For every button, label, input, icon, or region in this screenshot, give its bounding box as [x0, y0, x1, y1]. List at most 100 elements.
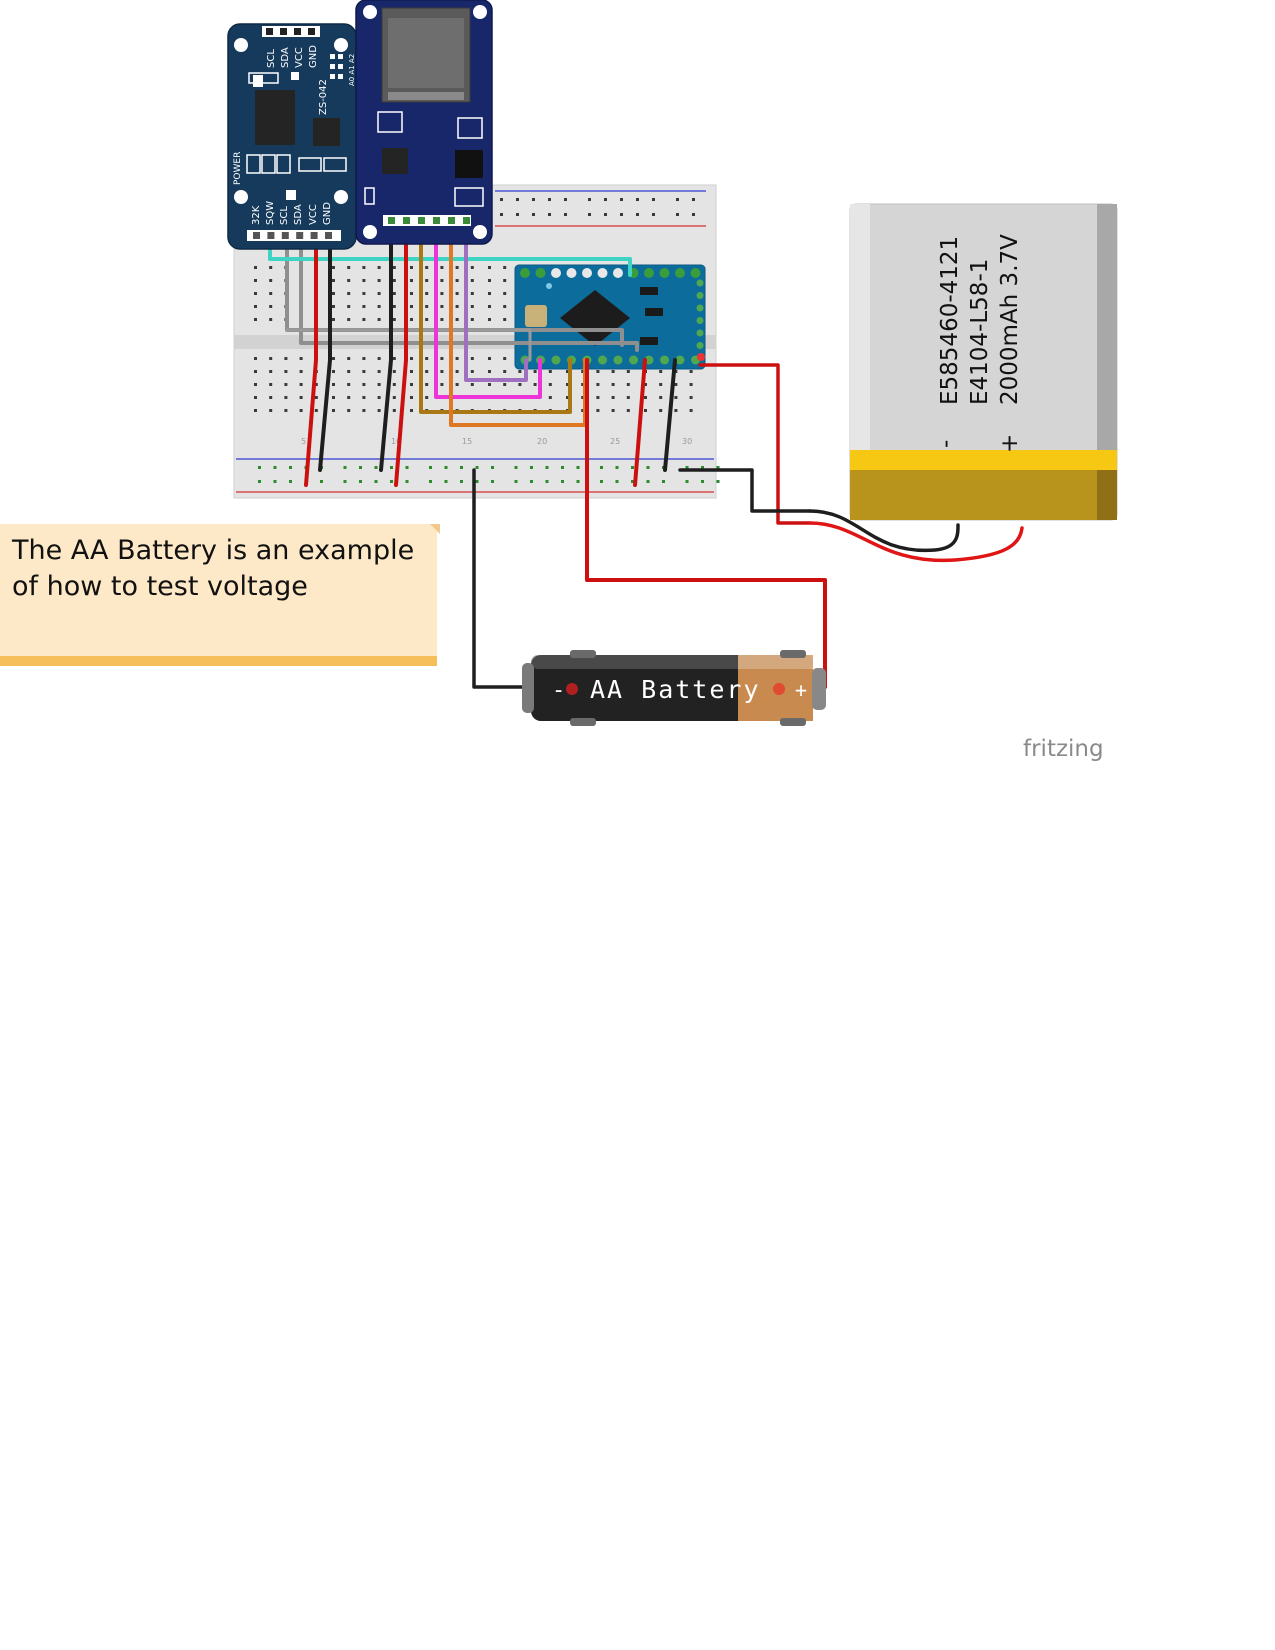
breadboard-hole: [503, 318, 507, 321]
rail-hole: [374, 466, 378, 469]
breadboard-hole: [284, 396, 288, 399]
rtc-bottom-pin-scl: SCL: [279, 206, 290, 225]
breadboard-hole: [269, 383, 273, 386]
breadboard-hole: [488, 279, 491, 282]
rail-hole: [576, 480, 580, 483]
breadboard-hole: [410, 409, 413, 412]
arduino-top-pin: [613, 268, 623, 278]
circuit-diagram: 5 10 15 20 25 30 SCL SDA VCC GND ZS-042 …: [0, 0, 1118, 762]
breadboard-hole: [425, 396, 429, 399]
breadboard-hole: [425, 279, 429, 282]
breadboard-hole: [470, 318, 474, 321]
breadboard-hole: [377, 357, 381, 360]
breadboard-hole: [470, 279, 474, 282]
breadboard-hole: [254, 318, 257, 321]
breadboard-hole: [440, 370, 444, 373]
rail-hole: [646, 480, 650, 483]
rtc-eeprom-chip: [313, 118, 340, 146]
arduino-bottom-pin: [629, 355, 638, 365]
rtc-top-pin-gnd: GND: [308, 45, 319, 68]
aa-battery: - AA Battery +: [522, 650, 826, 726]
rail-hole: [646, 466, 650, 469]
rail-hole: [576, 466, 580, 469]
breadboard-hole: [362, 383, 366, 386]
breadboard-hole: [284, 409, 288, 412]
breadboard-hole: [347, 409, 351, 412]
breadboard-hole: [392, 305, 396, 308]
breadboard-hole: [488, 292, 491, 295]
breadboard-hole: [470, 383, 474, 386]
rail-hole: [652, 198, 655, 201]
breadboard-hole: [269, 396, 273, 399]
rail-hole: [600, 480, 603, 483]
note-line-2: of how to test voltage: [12, 571, 308, 602]
rtc-header-pin: [325, 232, 332, 239]
breadboard-hole: [377, 292, 381, 295]
rail-hole: [588, 198, 591, 201]
rail-hole: [692, 198, 695, 201]
aa-plus-label: +: [795, 678, 807, 702]
rail-hole: [588, 213, 591, 216]
breadboard-hole: [362, 292, 366, 295]
breadboard-hole: [347, 318, 351, 321]
breadboard-hole: [392, 383, 396, 386]
breadboard-hole: [299, 357, 303, 360]
breadboard-hole: [611, 383, 615, 386]
rail-hole: [273, 466, 277, 469]
rail-hole: [460, 466, 463, 469]
breadboard-hole: [470, 370, 474, 373]
rail-hole: [460, 480, 463, 483]
breadboard-hole: [362, 318, 366, 321]
breadboard-hole: [455, 370, 459, 373]
rail-hole: [359, 466, 362, 469]
rtc-bottom-pin-32k: 32K: [251, 205, 262, 225]
breadboard-hole: [488, 383, 491, 386]
breadboard-hole: [410, 357, 413, 360]
rail-hole: [516, 198, 519, 201]
rail-hole: [604, 213, 607, 216]
breadboard-hole: [440, 318, 444, 321]
breadboard-hole: [425, 357, 429, 360]
breadboard-hole: [410, 383, 413, 386]
breadboard-hole: [410, 305, 413, 308]
arduino-side-pin: [696, 304, 704, 312]
breadboard-hole: [269, 305, 273, 308]
arduino-top-pin: [597, 268, 608, 278]
arduino-top-pin: [675, 268, 685, 278]
breadboard-hole: [254, 292, 257, 295]
lipo-label-line2: E4104-L58-1: [967, 259, 993, 405]
breadboard-hole: [362, 409, 366, 412]
breadboard-hole: [626, 370, 630, 373]
rail-hole: [548, 213, 551, 216]
rail-hole: [716, 480, 720, 483]
breadboard-hole: [425, 370, 429, 373]
rail-hole: [500, 198, 503, 201]
rail-hole: [685, 480, 689, 483]
breadboard-hole: [455, 318, 459, 321]
breadboard-hole: [392, 409, 396, 412]
breadboard-hole: [332, 318, 335, 321]
breadboard-hole: [347, 370, 351, 373]
breadboard-hole: [377, 305, 381, 308]
breadboard-hole: [455, 305, 459, 308]
breadboard-hole: [470, 266, 474, 269]
breadboard-hole: [362, 396, 366, 399]
rail-hole: [701, 480, 704, 483]
lipo-battery: E585460-4121 E4104-L58-1 2000mAh 3.7V - …: [849, 203, 1118, 521]
breadboard-hole: [299, 396, 303, 399]
lipo-plus-label: +: [997, 434, 1023, 453]
lipo-label-line3: 2000mAh 3.7V: [997, 234, 1023, 405]
rtc-header-pin: [310, 232, 318, 239]
rail-hole: [374, 480, 378, 483]
breadboard-hole: [548, 396, 552, 399]
rtc-module: SCL SDA VCC GND ZS-042 A0 A1 A2 POWER 32…: [227, 23, 357, 250]
breadboard-hole: [611, 370, 615, 373]
breadboard-hole: [440, 305, 444, 308]
breadboard-hole: [332, 396, 335, 399]
breadboard-hole: [503, 370, 507, 373]
sd-header-pin: [448, 217, 455, 224]
arduino-top-pin: [551, 268, 561, 278]
breadboard-hole: [689, 370, 693, 373]
breadboard-hole: [659, 370, 663, 373]
rail-hole: [676, 198, 679, 201]
